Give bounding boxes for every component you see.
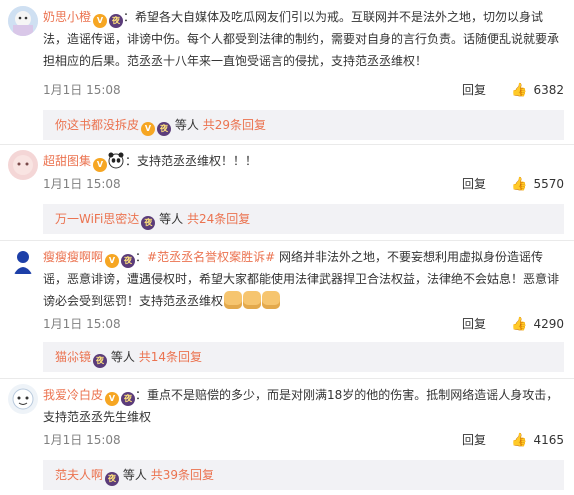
night-badge-icon: 夜 bbox=[157, 122, 172, 136]
username-link[interactable]: 我爱冷白皮 bbox=[43, 388, 103, 402]
username-link[interactable]: 奶思小橙 bbox=[43, 10, 91, 24]
comment-body: ：重点不是赔偿的多少，而是对刚满18岁的他的伤害。抵制网络造谣人身攻击，支持范丞… bbox=[43, 388, 559, 424]
night-badge-icon[interactable]: 夜 bbox=[109, 14, 124, 28]
like-count: 4165 bbox=[533, 433, 564, 447]
comment-text-block: 瘦瘦瘦啊啊 V 夜：#范丞丞名誉权案胜诉# 网络并非法外之地，不要妄想利用虚拟身份造… bbox=[43, 250, 560, 309]
comment-time: 1月1日 15:08 bbox=[43, 83, 121, 97]
night-badge-icon: 夜 bbox=[141, 216, 156, 230]
comment-meta: 1月1日 15:08 回复 👍 5570 bbox=[43, 174, 564, 194]
like-button[interactable]: 👍 4290 bbox=[511, 314, 564, 335]
reply-button[interactable]: 回复 bbox=[462, 80, 486, 100]
thumbs-up-icon[interactable]: 👍 bbox=[511, 177, 527, 192]
like-count: 6382 bbox=[533, 83, 564, 97]
username-link[interactable]: 瘦瘦瘦啊啊 bbox=[43, 250, 103, 264]
sub-replies-box[interactable]: 范夫人啊夜 等人 共39条回复 bbox=[43, 460, 564, 490]
sub-reply-count-link[interactable]: 共39条回复 bbox=[151, 468, 214, 482]
comment-time: 1月1日 15:08 bbox=[43, 433, 121, 447]
fist-emoji-icon bbox=[262, 291, 281, 309]
sub-replies-box[interactable]: 万一WiFi思密达夜 等人 共24条回复 bbox=[43, 204, 564, 234]
comment-text-block: 我爱冷白皮 V 夜：重点不是赔偿的多少，而是对刚满18岁的他的伤害。抵制网络造谣人身… bbox=[43, 384, 566, 428]
night-badge-icon[interactable]: 夜 bbox=[121, 392, 136, 406]
reply-button[interactable]: 回复 bbox=[462, 430, 486, 450]
avatar[interactable] bbox=[8, 6, 38, 36]
divider bbox=[0, 378, 574, 379]
divider bbox=[0, 240, 574, 241]
panda-icon bbox=[107, 151, 125, 169]
sub-reply-etc: 等人 bbox=[174, 118, 199, 132]
vip-badge-icon: V bbox=[141, 122, 156, 136]
thumbs-up-icon[interactable]: 👍 bbox=[511, 317, 527, 332]
like-button[interactable]: 👍 5570 bbox=[511, 174, 564, 195]
comment-text-block: 奶思小橙 V 夜：希望各大自媒体及吃瓜网友们引以为戒。互联网并不是法外之地，切勿以身… bbox=[43, 6, 566, 72]
comment-time: 1月1日 15:08 bbox=[43, 317, 121, 331]
fist-emoji-icon bbox=[224, 291, 243, 309]
sub-reply-etc: 等人 bbox=[122, 468, 147, 482]
sub-reply-user[interactable]: 你这书都没拆皮 bbox=[55, 118, 139, 132]
sub-replies-box[interactable]: 你这书都没拆皮 V 夜 等人 共29条回复 bbox=[43, 110, 564, 140]
sub-reply-user[interactable]: 万一WiFi思密达 bbox=[55, 212, 139, 226]
like-button[interactable]: 👍 4165 bbox=[511, 430, 564, 451]
topic-link[interactable]: #范丞丞名誉权案胜诉# bbox=[147, 250, 275, 264]
sub-replies-box[interactable]: 猫尛镜夜 等人 共14条回复 bbox=[43, 342, 564, 372]
vip-badge-icon[interactable]: V bbox=[93, 14, 108, 28]
fist-emoji-icon bbox=[243, 291, 262, 309]
avatar[interactable] bbox=[8, 150, 38, 180]
sub-reply-user[interactable]: 范夫人啊 bbox=[55, 468, 103, 482]
sub-reply-count-link[interactable]: 共29条回复 bbox=[203, 118, 266, 132]
night-badge-icon: 夜 bbox=[105, 472, 120, 486]
comment-meta: 1月1日 15:08 回复 👍 6382 bbox=[43, 80, 564, 100]
like-button[interactable]: 👍 6382 bbox=[511, 80, 564, 101]
night-badge-icon[interactable]: 夜 bbox=[121, 254, 136, 268]
thumbs-up-icon[interactable]: 👍 bbox=[511, 83, 527, 98]
sub-reply-user[interactable]: 猫尛镜 bbox=[55, 350, 91, 364]
reply-button[interactable]: 回复 bbox=[462, 314, 486, 334]
reply-button[interactable]: 回复 bbox=[462, 174, 486, 194]
night-badge-icon: 夜 bbox=[93, 354, 108, 368]
thumbs-up-icon[interactable]: 👍 bbox=[511, 433, 527, 448]
sub-reply-count-link[interactable]: 共14条回复 bbox=[139, 350, 202, 364]
comment-meta: 1月1日 15:08 回复 👍 4165 bbox=[43, 430, 564, 450]
divider bbox=[0, 144, 574, 145]
sub-reply-count-link[interactable]: 共24条回复 bbox=[187, 212, 250, 226]
like-count: 5570 bbox=[533, 177, 564, 191]
sub-reply-etc: 等人 bbox=[159, 212, 184, 226]
username-link[interactable]: 超甜图集 bbox=[43, 154, 91, 168]
avatar[interactable] bbox=[8, 384, 38, 414]
avatar[interactable] bbox=[8, 246, 38, 276]
comment-body: ：支持范丞丞维权！！！ bbox=[125, 154, 258, 168]
vip-badge-icon[interactable]: V bbox=[105, 392, 120, 406]
vip-badge-icon[interactable]: V bbox=[93, 158, 108, 172]
comment-meta: 1月1日 15:08 回复 👍 4290 bbox=[43, 314, 564, 334]
like-count: 4290 bbox=[533, 317, 564, 331]
comment-time: 1月1日 15:08 bbox=[43, 177, 121, 191]
comment-text-block: 超甜图集 V ：支持范丞丞维权！！！ bbox=[43, 150, 566, 172]
sub-reply-etc: 等人 bbox=[110, 350, 135, 364]
vip-badge-icon[interactable]: V bbox=[105, 254, 120, 268]
